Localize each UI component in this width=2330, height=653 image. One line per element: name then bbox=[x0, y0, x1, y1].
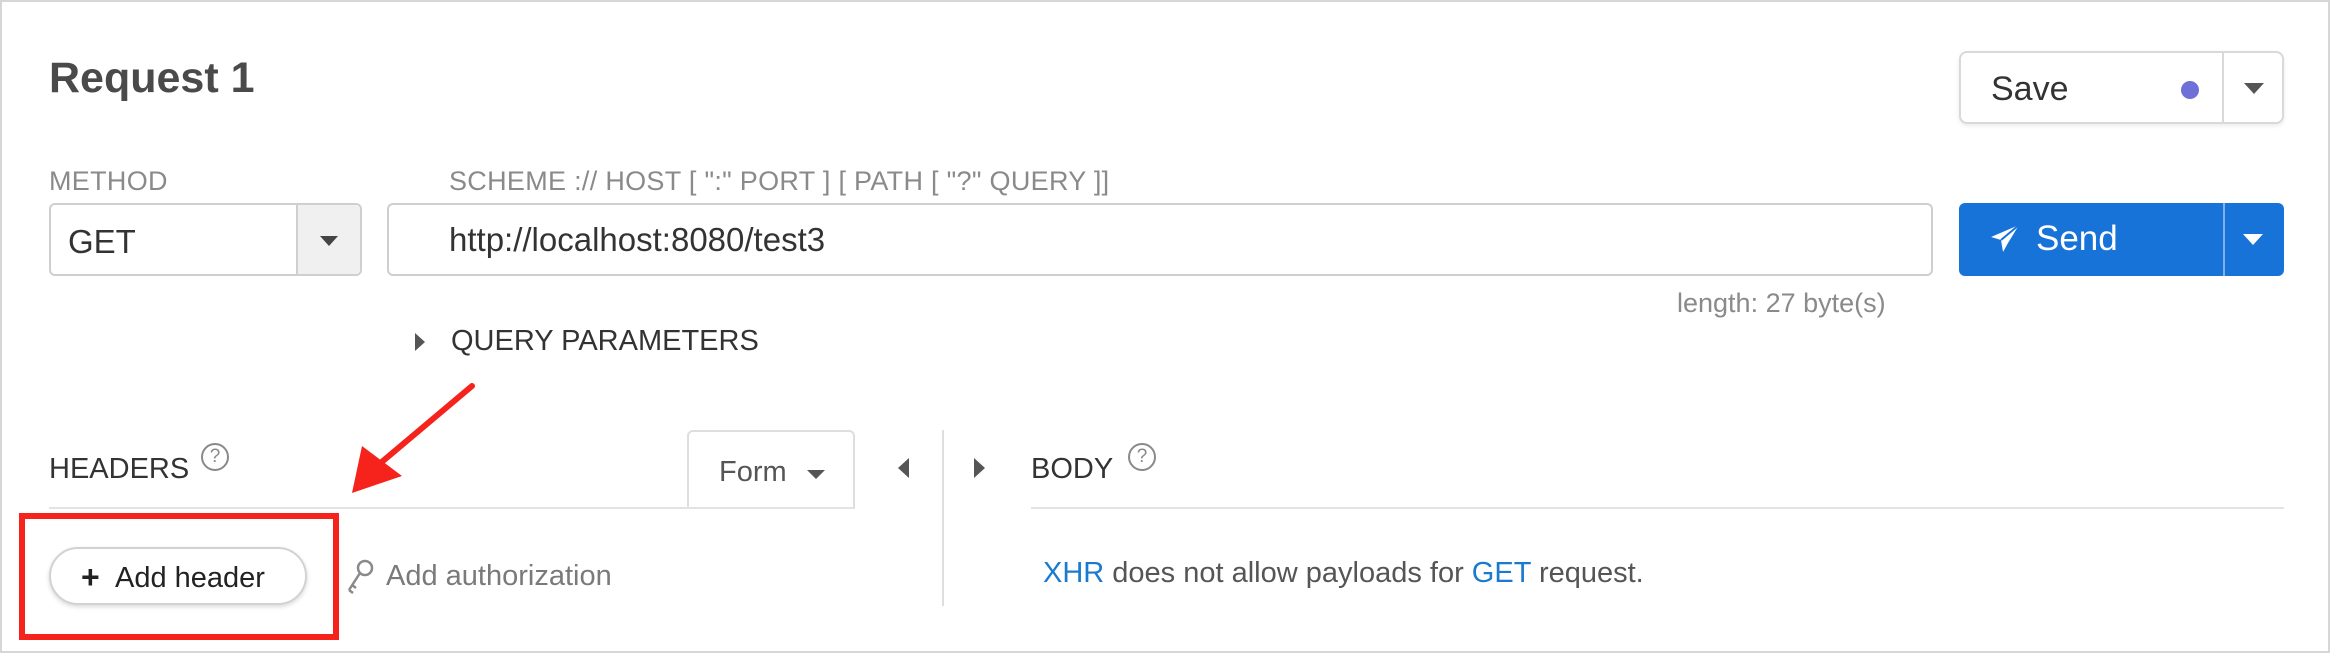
panel-divider[interactable] bbox=[942, 430, 944, 606]
method-select[interactable]: GET bbox=[49, 203, 362, 276]
get-link[interactable]: GET bbox=[1472, 557, 1531, 589]
body-divider bbox=[1031, 507, 2284, 509]
form-editor-dropdown[interactable]: Form bbox=[687, 430, 855, 509]
request-panel: Request 1 Save METHOD SCHEME :// HOST [ … bbox=[0, 0, 2330, 653]
headers-title: HEADERS bbox=[49, 453, 190, 485]
method-dropdown-button[interactable] bbox=[296, 205, 360, 274]
send-button-label[interactable]: Send bbox=[2036, 219, 2118, 259]
annotation-highlight-box bbox=[19, 513, 339, 640]
url-input[interactable] bbox=[387, 203, 1933, 276]
save-button-label[interactable]: Save bbox=[1991, 70, 2069, 109]
arrow-icon bbox=[352, 383, 475, 493]
save-divider bbox=[2222, 53, 2224, 122]
collapse-right-icon[interactable] bbox=[974, 458, 985, 478]
query-parameters-label: QUERY PARAMETERS bbox=[451, 325, 759, 357]
page-title: Request 1 bbox=[49, 54, 255, 102]
xhr-link[interactable]: XHR bbox=[1043, 557, 1104, 589]
chevron-right-icon bbox=[415, 333, 425, 351]
method-label: METHOD bbox=[49, 166, 168, 196]
chevron-down-icon[interactable] bbox=[2244, 83, 2264, 94]
chevron-down-icon bbox=[807, 470, 825, 479]
send-button-group[interactable]: Send bbox=[1959, 203, 2284, 276]
body-message-end: request. bbox=[1530, 557, 1644, 589]
body-title: BODY bbox=[1031, 453, 1114, 485]
collapse-left-icon[interactable] bbox=[898, 458, 909, 478]
chevron-down-icon bbox=[320, 236, 338, 246]
add-authorization-label: Add authorization bbox=[386, 560, 612, 592]
status-dot-icon bbox=[2181, 81, 2199, 99]
url-hint: SCHEME :// HOST [ ":" PORT ] [ PATH [ "?… bbox=[449, 166, 1110, 196]
send-divider bbox=[2223, 203, 2225, 276]
save-button-group[interactable]: Save bbox=[1959, 51, 2284, 124]
help-icon[interactable]: ? bbox=[1128, 443, 1156, 471]
chevron-down-icon[interactable] bbox=[2243, 234, 2263, 245]
method-value: GET bbox=[68, 223, 136, 260]
length-info: length: 27 byte(s) bbox=[1677, 288, 1886, 318]
form-label: Form bbox=[719, 456, 787, 488]
help-icon[interactable]: ? bbox=[201, 443, 229, 471]
key-icon bbox=[347, 559, 374, 594]
body-message-text: does not allow payloads for bbox=[1104, 557, 1472, 589]
body-message: XHR does not allow payloads for GET requ… bbox=[1043, 557, 1644, 590]
headers-divider bbox=[49, 507, 854, 509]
paper-plane-icon bbox=[1991, 224, 2020, 252]
